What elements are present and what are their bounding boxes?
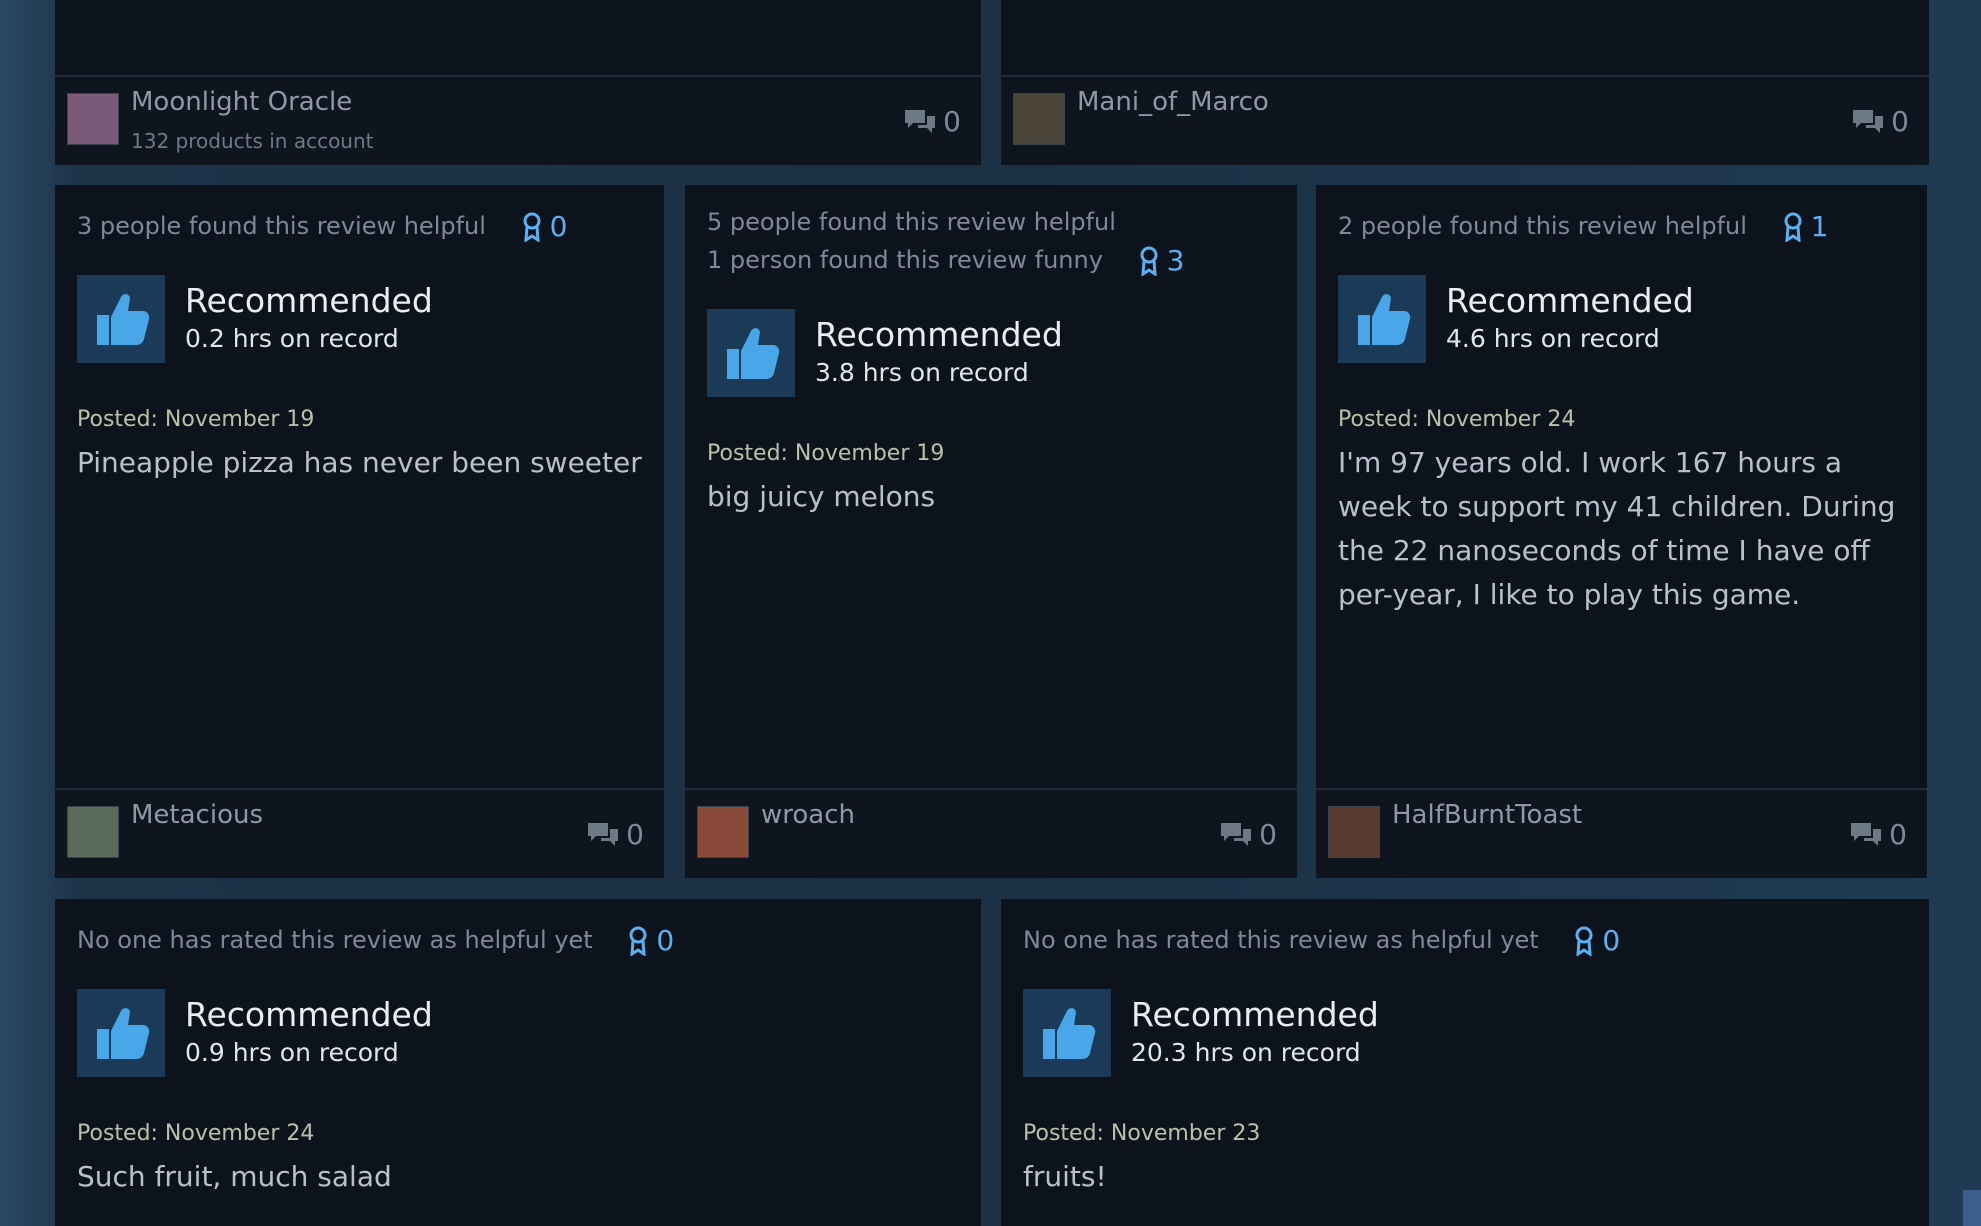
review-card[interactable]: Mani_of_Marco 0	[1001, 0, 1929, 165]
funny-line: 1 person found this review funny	[707, 246, 1103, 274]
award-count: 0	[549, 210, 568, 243]
award-button[interactable]: 0	[522, 208, 568, 246]
review-card[interactable]: No one has rated this review as helpful …	[1001, 899, 1929, 1226]
author-name[interactable]: wroach	[761, 800, 855, 830]
thumbs-up-icon	[1023, 989, 1111, 1077]
posted-date: Posted: November 24	[1338, 407, 1576, 432]
review-text: I'm 97 years old. I work 167 hours a wee…	[1338, 446, 1896, 611]
award-icon	[1575, 926, 1593, 956]
helpful-summary: No one has rated this review as helpful …	[77, 921, 674, 960]
helpful-summary: 3 people found this review helpful 0	[77, 207, 567, 246]
comment-icon	[1221, 822, 1252, 846]
hours-on-record: 20.3 hrs on record	[1131, 1038, 1361, 1067]
comments-count: 0	[626, 818, 644, 851]
comments-button[interactable]: 0	[1849, 818, 1907, 851]
recommendation[interactable]: Recommended 0.9 hrs on record	[77, 989, 433, 1077]
recommended-label: Recommended	[1446, 281, 1694, 320]
hours-on-record: 4.6 hrs on record	[1446, 324, 1660, 353]
helpful-line: No one has rated this review as helpful …	[77, 926, 593, 954]
review-card[interactable]: 2 people found this review helpful 1 Rec…	[1316, 185, 1927, 878]
comment-icon	[1851, 822, 1882, 846]
recommendation[interactable]: Recommended 4.6 hrs on record	[1338, 275, 1694, 363]
author-name[interactable]: Moonlight Oracle	[131, 87, 352, 117]
review-card[interactable]: 5 people found this review helpful 1 per…	[685, 185, 1297, 878]
comments-count: 0	[1259, 818, 1277, 851]
avatar[interactable]	[1013, 93, 1065, 145]
posted-date: Posted: November 24	[77, 1121, 315, 1146]
helpful-summary: 5 people found this review helpful 1 per…	[707, 203, 1184, 280]
award-count: 1	[1810, 210, 1829, 243]
posted-date: Posted: November 23	[1023, 1121, 1261, 1146]
award-icon	[1140, 246, 1158, 276]
comment-icon	[588, 822, 619, 846]
comments-button[interactable]: 0	[1219, 818, 1277, 851]
hours-on-record: 0.9 hrs on record	[185, 1038, 399, 1067]
award-button[interactable]: 1	[1783, 208, 1829, 246]
recommendation[interactable]: Recommended 3.8 hrs on record	[707, 309, 1063, 397]
thumbs-up-icon	[707, 309, 795, 397]
review-card[interactable]: 3 people found this review helpful 0 Rec…	[55, 185, 664, 878]
comment-icon	[1853, 109, 1884, 133]
hours-on-record: 0.2 hrs on record	[185, 324, 399, 353]
review-footer: Moonlight Oracle 132 products in account…	[55, 75, 981, 165]
award-count: 0	[656, 924, 675, 957]
recommendation[interactable]: Recommended 0.2 hrs on record	[77, 275, 433, 363]
author-name[interactable]: Mani_of_Marco	[1077, 87, 1269, 117]
review-footer: Mani_of_Marco 0	[1001, 75, 1929, 165]
avatar[interactable]	[67, 93, 119, 145]
comments-button[interactable]: 0	[1851, 105, 1909, 138]
recommendation[interactable]: Recommended 20.3 hrs on record	[1023, 989, 1379, 1077]
review-text: fruits!	[1023, 1160, 1107, 1193]
recommended-label: Recommended	[185, 995, 433, 1034]
review-footer: Metacious 0	[55, 788, 664, 878]
helpful-line: 2 people found this review helpful	[1338, 212, 1747, 240]
award-icon	[523, 212, 541, 242]
avatar[interactable]	[1328, 806, 1380, 858]
hours-on-record: 3.8 hrs on record	[815, 358, 1029, 387]
posted-date: Posted: November 19	[707, 441, 945, 466]
award-button[interactable]: 0	[628, 922, 674, 960]
review-card[interactable]: Moonlight Oracle 132 products in account…	[55, 0, 981, 165]
avatar[interactable]	[697, 806, 749, 858]
award-icon	[629, 926, 647, 956]
comment-icon	[905, 109, 936, 133]
helpful-summary: 2 people found this review helpful 1	[1338, 207, 1828, 246]
helpful-line: 5 people found this review helpful	[707, 208, 1116, 236]
comments-count: 0	[1891, 105, 1909, 138]
author-name[interactable]: Metacious	[131, 800, 263, 830]
review-footer: wroach 0	[685, 788, 1297, 878]
comments-count: 0	[1889, 818, 1907, 851]
author-name[interactable]: HalfBurntToast	[1392, 800, 1582, 830]
products-count: 132 products in account	[131, 129, 374, 153]
scroll-to-top-button[interactable]	[1963, 1190, 1981, 1226]
recommended-label: Recommended	[185, 281, 433, 320]
award-icon	[1784, 212, 1802, 242]
award-count: 3	[1166, 244, 1185, 277]
review-footer: HalfBurntToast 0	[1316, 788, 1927, 878]
thumbs-up-icon	[77, 989, 165, 1077]
helpful-summary: No one has rated this review as helpful …	[1023, 921, 1620, 960]
comments-button[interactable]: 0	[903, 105, 961, 138]
review-card[interactable]: No one has rated this review as helpful …	[55, 899, 981, 1226]
comments-button[interactable]: 0	[586, 818, 644, 851]
review-text: Pineapple pizza has never been sweeter	[77, 446, 642, 479]
recommended-label: Recommended	[815, 315, 1063, 354]
award-count: 0	[1602, 924, 1621, 957]
award-button[interactable]: 0	[1574, 922, 1620, 960]
award-button[interactable]: 3	[1139, 242, 1185, 280]
review-text: Such fruit, much salad	[77, 1160, 392, 1193]
helpful-line: 3 people found this review helpful	[77, 212, 486, 240]
comments-count: 0	[943, 105, 961, 138]
helpful-line: No one has rated this review as helpful …	[1023, 926, 1539, 954]
review-text: big juicy melons	[707, 480, 936, 513]
avatar[interactable]	[67, 806, 119, 858]
thumbs-up-icon	[77, 275, 165, 363]
recommended-label: Recommended	[1131, 995, 1379, 1034]
thumbs-up-icon	[1338, 275, 1426, 363]
posted-date: Posted: November 19	[77, 407, 315, 432]
